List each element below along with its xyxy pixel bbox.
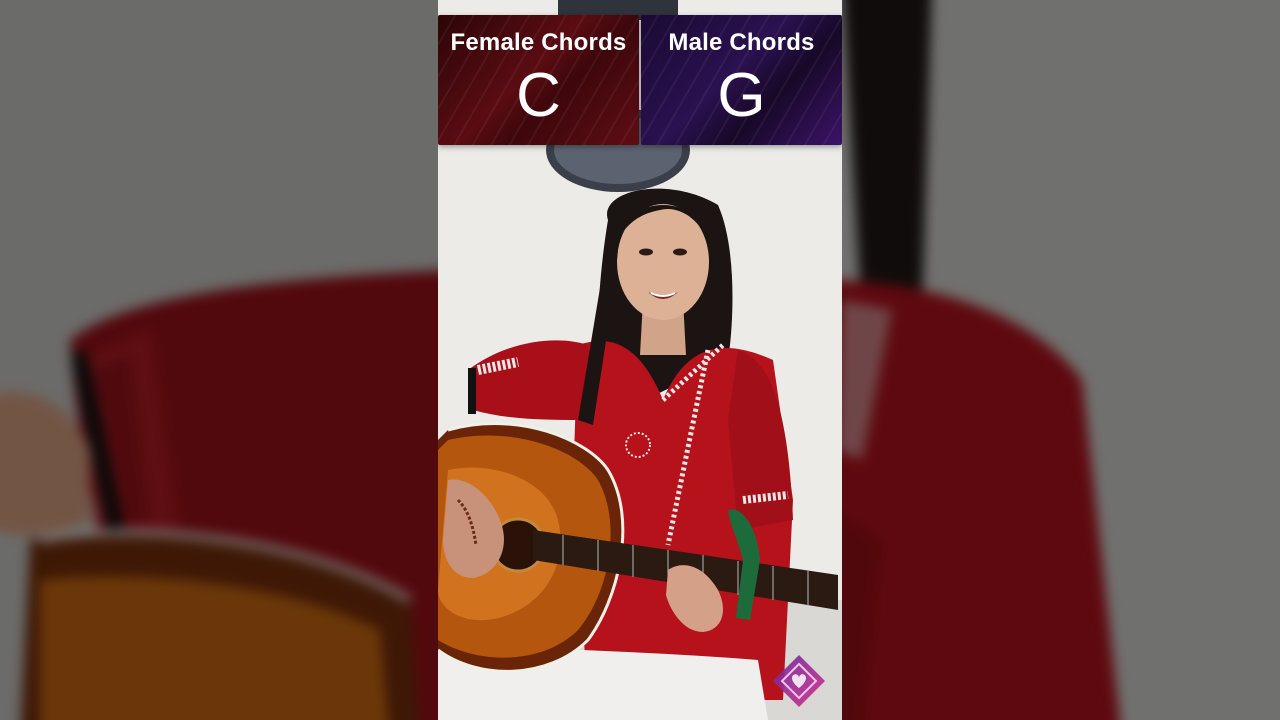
male-chord-value: G [717, 61, 766, 130]
heart-diamond-logo-icon [773, 655, 825, 707]
female-chords-title: Female Chords [450, 29, 627, 56]
video-player[interactable]: Female Chords C Male Chords G [0, 0, 1280, 720]
video-frame: Female Chords C Male Chords G [438, 0, 842, 720]
blurred-background-right [842, 0, 1280, 720]
female-chords-panel: Female Chords C [438, 15, 639, 145]
blurred-background-left [0, 0, 438, 720]
male-chords-title: Male Chords [668, 29, 815, 56]
male-chords-panel: Male Chords G [641, 15, 842, 145]
female-chord-value: C [516, 61, 561, 130]
